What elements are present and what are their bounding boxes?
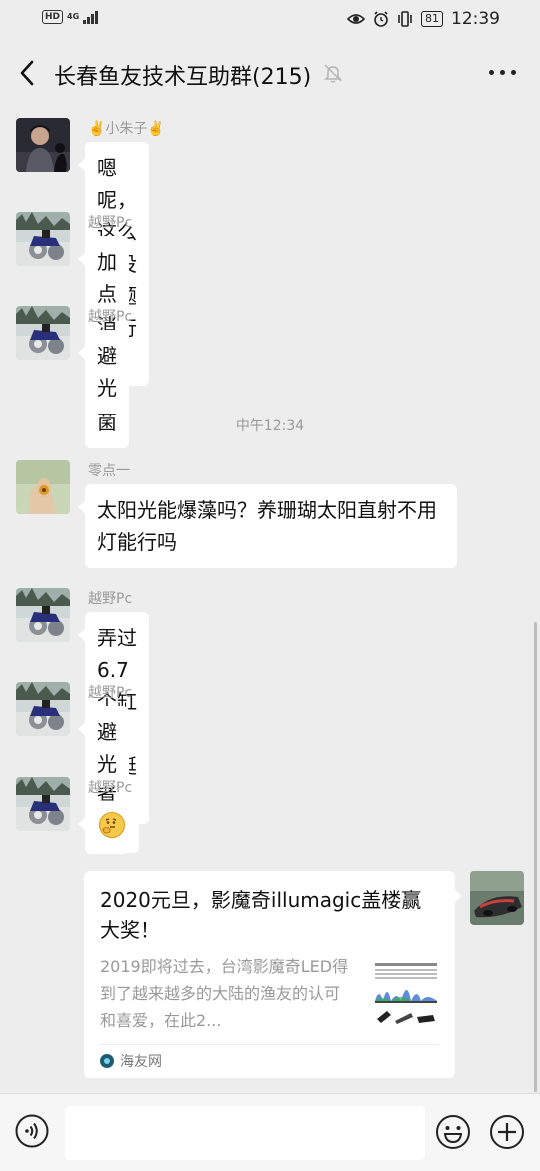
message-text: 太阳光能爆藻吗？养珊瑚太阳直射不用灯能行吗 — [97, 498, 437, 554]
status-bar: HD 4G 81 12:39 — [0, 0, 540, 40]
avatar[interactable] — [16, 460, 70, 514]
sender-name: 越野Pc — [88, 309, 133, 325]
sender-name: 越野Pc — [88, 685, 133, 701]
sender-name: 零点一 — [88, 463, 130, 479]
my-avatar[interactable] — [470, 871, 524, 925]
sender-name: ✌️小朱子✌️ — [88, 121, 165, 137]
battery-icon: 81 — [421, 11, 443, 27]
source-name: 海友网 — [120, 1054, 162, 1070]
message-bubble[interactable]: 避光 — [78, 330, 129, 414]
clock: 12:39 — [451, 9, 500, 29]
thinking-emoji-icon — [99, 812, 125, 838]
link-card[interactable]: 2020元旦，影魔奇illumagic盖楼赢大奖！ 2019即将过去，台湾影魔奇… — [84, 871, 462, 1078]
card-source: 海友网 — [100, 1051, 162, 1071]
message-input[interactable] — [65, 1106, 425, 1160]
bell-off-icon — [322, 62, 344, 88]
chevron-left-icon — [20, 60, 34, 86]
chat-header: 长春鱼友技术互助群(215) — [0, 40, 540, 106]
avatar[interactable] — [16, 212, 70, 266]
message-bubble[interactable] — [78, 801, 139, 853]
input-bar — [0, 1093, 540, 1171]
signal-icon — [83, 10, 99, 24]
card-divider — [100, 1044, 439, 1045]
back-button[interactable] — [14, 58, 42, 88]
avatar[interactable] — [16, 118, 70, 172]
sender-name: 越野Pc — [88, 780, 133, 796]
card-title: 2020元旦，影魔奇illumagic盖楼赢大奖！ — [100, 888, 422, 942]
card-description: 2019即将过去，台湾影魔奇LED得到了越来越多的大陆的渔友的认可和喜爱，在此2… — [100, 957, 349, 1030]
avatar[interactable] — [16, 777, 70, 831]
avatar[interactable] — [16, 588, 70, 642]
sender-name: 越野Pc — [88, 215, 133, 231]
voice-icon[interactable] — [15, 1114, 49, 1148]
status-left: HD 4G — [42, 10, 99, 24]
plus-icon[interactable] — [489, 1114, 525, 1150]
status-right: 81 12:39 — [347, 9, 500, 29]
chat-title[interactable]: 长春鱼友技术互助群(215) — [54, 59, 311, 91]
message-text: 避光 — [97, 344, 117, 400]
eye-icon — [347, 12, 365, 26]
message-bubble[interactable]: 太阳光能爆藻吗？养珊瑚太阳直射不用灯能行吗 — [78, 484, 457, 568]
hd-badge: HD — [42, 10, 64, 24]
avatar[interactable] — [16, 682, 70, 736]
network-type: 4G — [67, 12, 80, 21]
smile-icon[interactable] — [435, 1114, 471, 1150]
alarm-icon — [373, 11, 389, 27]
timestamp: 中午12:34 — [235, 418, 305, 434]
source-logo-icon — [100, 1054, 114, 1068]
more-dots-icon[interactable] — [489, 70, 516, 75]
card-thumbnail — [371, 957, 441, 1029]
scrollbar[interactable] — [534, 622, 537, 1092]
avatar[interactable] — [16, 306, 70, 360]
vibrate-icon — [397, 11, 413, 27]
sender-name: 越野Pc — [88, 591, 133, 607]
